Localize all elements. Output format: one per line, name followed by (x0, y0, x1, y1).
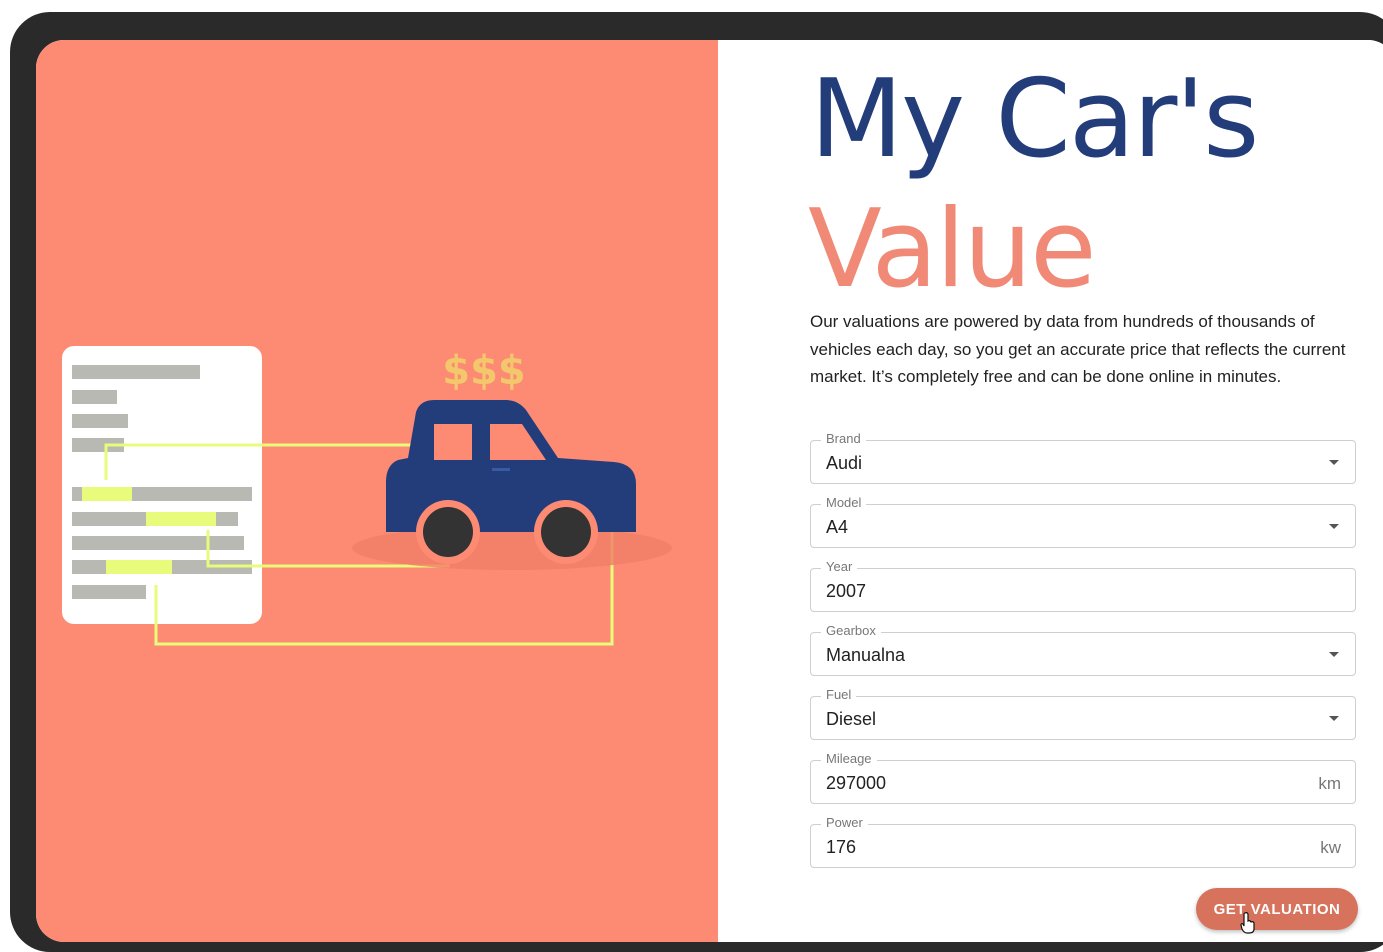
power-value: 176 (826, 837, 857, 857)
gearbox-select[interactable]: Gearbox Manualna (810, 623, 1356, 676)
brand-label: Brand (821, 431, 866, 447)
gearbox-label: Gearbox (821, 623, 881, 639)
fuel-value: Diesel (826, 709, 877, 729)
hand-pointer-icon (1240, 912, 1255, 934)
gearbox-value: Manualna (826, 645, 906, 665)
document-card (62, 346, 262, 624)
price-symbol: $$$ (442, 348, 526, 394)
mileage-label: Mileage (821, 751, 877, 767)
page-title-line2: Value (808, 187, 1097, 312)
valuation-panel: My Car's Value Our valuations are powere… (718, 40, 1383, 942)
year-field[interactable]: Year 2007 (810, 559, 1356, 612)
chevron-down-icon[interactable] (1329, 460, 1339, 465)
model-select[interactable]: Model A4 (810, 495, 1356, 548)
chevron-down-icon[interactable] (1329, 524, 1339, 529)
fuel-label: Fuel (821, 687, 857, 703)
mileage-unit: km (1318, 774, 1341, 793)
page-title-line1: My Car's (810, 57, 1259, 182)
model-value: A4 (826, 517, 849, 537)
mileage-field[interactable]: Mileage 297000 km (810, 751, 1356, 804)
chevron-down-icon[interactable] (1329, 652, 1339, 657)
app-screen: $$$ My Car's Value Our valuations are po… (36, 40, 1383, 942)
illustration-panel: $$$ (36, 40, 718, 942)
device-frame: $$$ My Car's Value Our valuations are po… (10, 12, 1383, 952)
page-description: Our valuations are powered by data from … (810, 312, 1346, 386)
year-value: 2007 (826, 581, 867, 601)
power-unit: kw (1320, 838, 1341, 857)
car-shadow (352, 526, 672, 570)
chevron-down-icon[interactable] (1329, 716, 1339, 721)
power-label: Power (821, 815, 868, 831)
get-valuation-button[interactable]: GET VALUATION (1196, 888, 1358, 930)
mileage-value: 297000 (826, 773, 887, 793)
brand-value: Audi (826, 453, 863, 473)
year-label: Year (821, 559, 858, 575)
fuel-select[interactable]: Fuel Diesel (810, 687, 1356, 740)
car-valuation-illustration: $$$ (62, 346, 672, 646)
model-label: Model (821, 495, 867, 511)
power-field[interactable]: Power 176 kw (810, 815, 1356, 868)
brand-select[interactable]: Brand Audi (810, 431, 1356, 484)
